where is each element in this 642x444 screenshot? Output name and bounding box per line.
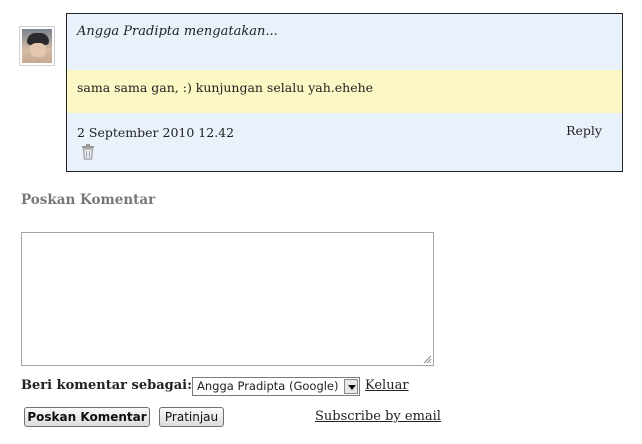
logout-link[interactable]: Keluar xyxy=(365,378,409,393)
post-comment-button[interactable]: Poskan Komentar xyxy=(24,407,150,427)
preview-button[interactable]: Pratinjau xyxy=(159,407,224,427)
chevron-down-icon[interactable] xyxy=(344,379,358,394)
avatar-image xyxy=(22,29,52,63)
comment-textarea[interactable] xyxy=(21,232,434,366)
subscribe-by-email-link[interactable]: Subscribe by email xyxy=(315,409,441,424)
identity-select[interactable]: Angga Pradipta (Google) xyxy=(192,377,360,396)
comment-box: Angga Pradipta mengatakan... sama sama g… xyxy=(66,13,623,172)
resize-grip-icon[interactable] xyxy=(422,354,432,364)
identity-label: Beri komentar sebagai: xyxy=(21,378,192,393)
reply-link[interactable]: Reply xyxy=(566,123,602,138)
comment-body: sama sama gan, :) kunjungan selalu yah.e… xyxy=(77,80,374,95)
comment-author: Angga Pradipta mengatakan... xyxy=(77,24,278,39)
comment-timestamp[interactable]: 2 September 2010 12.42 xyxy=(77,125,234,140)
trash-icon[interactable] xyxy=(81,144,95,160)
post-comment-heading: Poskan Komentar xyxy=(21,192,156,208)
avatar[interactable] xyxy=(19,26,55,66)
identity-selected-value: Angga Pradipta (Google) xyxy=(197,379,339,393)
